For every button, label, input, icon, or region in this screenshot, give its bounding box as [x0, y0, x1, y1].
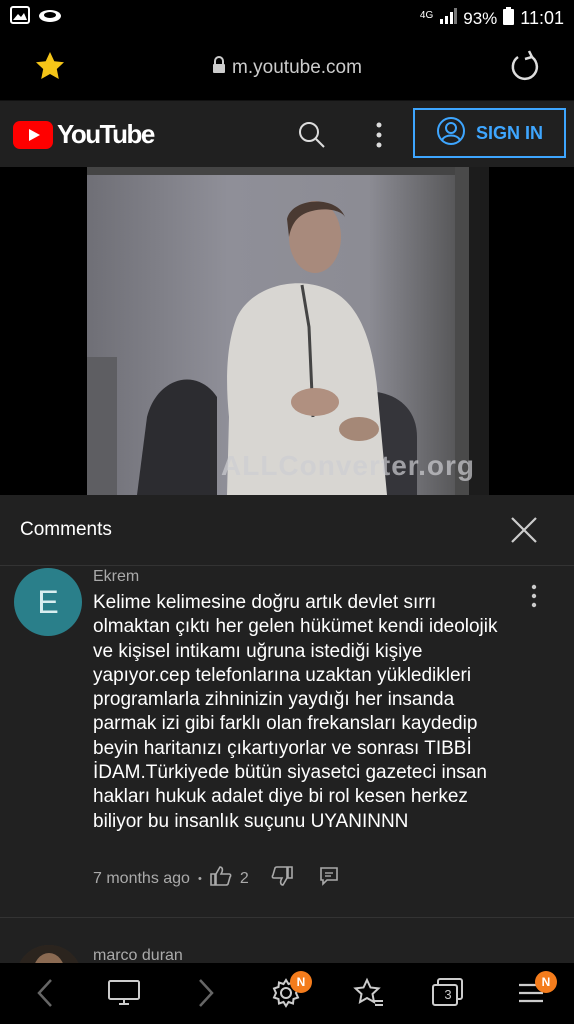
- video-still-image: [87, 167, 489, 495]
- account-icon: [436, 116, 466, 151]
- video-watermark: ALLConverter.org: [221, 450, 476, 481]
- like-count: 2: [239, 869, 249, 887]
- desktop-view-icon[interactable]: [106, 975, 142, 1011]
- comment-time: 7 months ago: [93, 869, 190, 887]
- youtube-logo-text: YouTube: [57, 119, 155, 149]
- dislike-icon[interactable]: [271, 866, 293, 891]
- reply-icon[interactable]: [319, 866, 339, 891]
- comment-meta: 7 months ago • 2: [93, 866, 339, 891]
- like-icon[interactable]: [210, 866, 232, 891]
- settings-badge: N: [290, 971, 312, 993]
- address-bar[interactable]: m.youtube.com: [0, 56, 574, 80]
- comments-header: Comments: [0, 495, 574, 566]
- cloud-notification-icon: [38, 6, 62, 29]
- signal-icon: [439, 8, 458, 29]
- tabs-icon[interactable]: 3: [431, 975, 467, 1011]
- video-player[interactable]: ALLConverter.org: [0, 167, 574, 495]
- comments-title: Comments: [20, 519, 112, 540]
- lock-icon: [212, 56, 226, 80]
- more-options-icon[interactable]: [372, 121, 386, 154]
- menu-badge: N: [535, 971, 557, 993]
- network-type: 4G: [419, 10, 434, 21]
- browser-bottom-nav: N 3 N: [0, 963, 574, 1024]
- video-frame[interactable]: ALLConverter.org: [87, 167, 489, 495]
- battery-icon: [503, 7, 515, 30]
- youtube-header: YouTube SIGN IN: [0, 100, 574, 167]
- meta-separator: •: [197, 872, 202, 885]
- bookmarks-icon[interactable]: [351, 975, 387, 1011]
- settings-gear-icon[interactable]: N: [268, 971, 312, 1011]
- tabs-count: 3: [444, 987, 452, 1002]
- comment-author[interactable]: Ekrem: [93, 568, 139, 586]
- close-icon[interactable]: [506, 512, 542, 548]
- comment-text: Kelime kelimesine doğru artık devlet sır…: [93, 592, 498, 832]
- forward-arrow-icon[interactable]: [188, 975, 224, 1011]
- comment-menu-icon[interactable]: [526, 583, 542, 609]
- comment-divider: [0, 917, 574, 918]
- search-icon[interactable]: [298, 121, 326, 154]
- status-bar: 4G 93% 11:01: [0, 0, 574, 36]
- image-notification-icon: [10, 6, 30, 29]
- sign-in-label: SIGN IN: [475, 122, 543, 143]
- avatar[interactable]: E: [14, 568, 82, 636]
- sign-in-button[interactable]: SIGN IN: [413, 108, 566, 158]
- clock: 11:01: [520, 8, 564, 28]
- comments-panel: Comments E Ekrem Kelime kelimesine doğru…: [0, 495, 574, 1011]
- battery-percent: 93%: [463, 8, 498, 28]
- youtube-logo[interactable]: YouTube: [13, 119, 155, 150]
- browser-toolbar: m.youtube.com: [0, 36, 574, 100]
- youtube-play-icon: [13, 120, 53, 149]
- reload-icon[interactable]: [508, 50, 542, 89]
- menu-icon[interactable]: N: [513, 971, 557, 1011]
- url-text: m.youtube.com: [232, 57, 362, 79]
- back-arrow-icon[interactable]: [27, 975, 63, 1011]
